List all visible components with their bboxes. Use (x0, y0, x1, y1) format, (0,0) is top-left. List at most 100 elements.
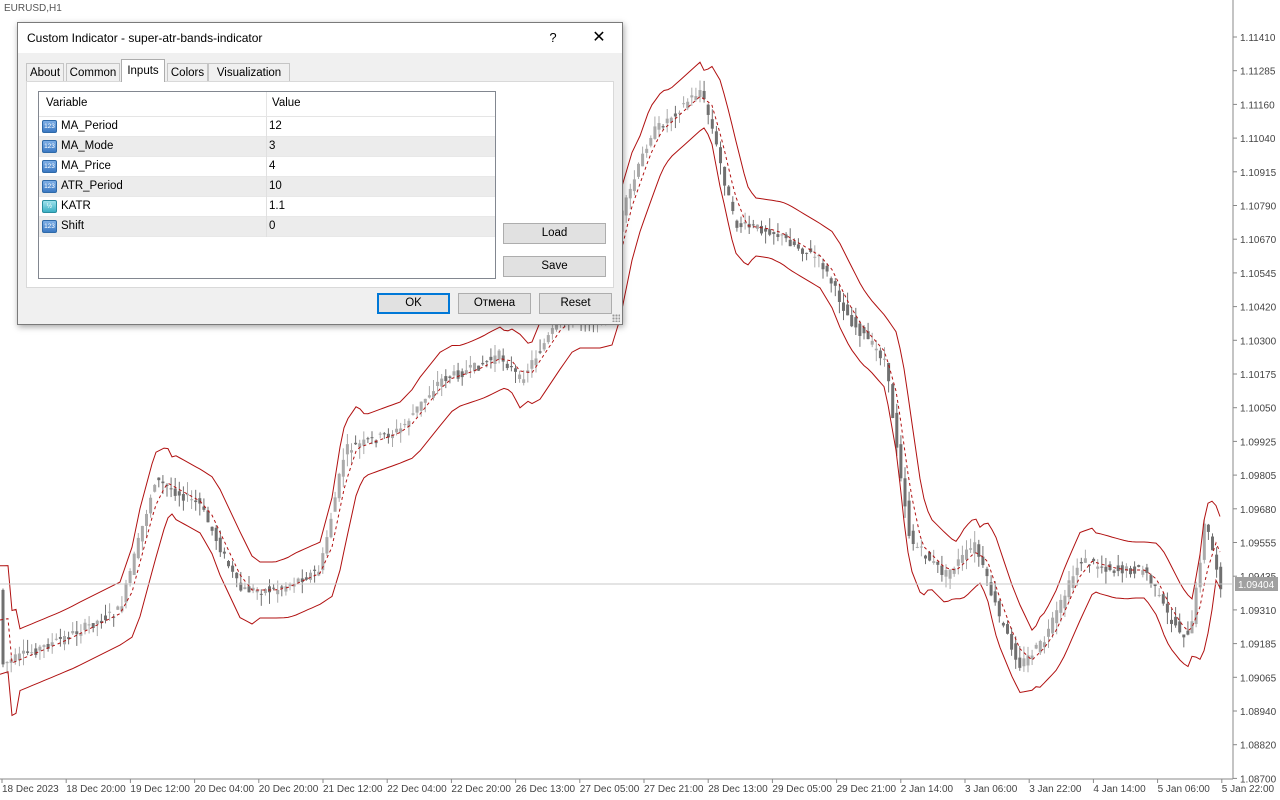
column-header-variable[interactable]: Variable (46, 97, 87, 109)
load-button[interactable]: Load (503, 223, 606, 244)
table-row[interactable]: 123 MA_Price 4 (39, 157, 495, 177)
candle-body (1190, 621, 1194, 634)
candle-body (411, 413, 415, 415)
price-label: 1.09310 (1240, 606, 1277, 617)
tab-common[interactable]: Common (66, 63, 120, 81)
tab-about[interactable]: About (26, 63, 64, 81)
time-label: 20 Dec 20:00 (259, 784, 319, 795)
table-row[interactable]: ½ KATR 1.1 (39, 197, 495, 217)
candle-body (145, 513, 148, 526)
tab-inputs[interactable]: Inputs (121, 59, 165, 82)
table-row[interactable]: 123 ATR_Period 10 (39, 177, 495, 197)
candle-body (846, 304, 850, 316)
candle-body (382, 433, 386, 435)
candle-body (858, 323, 862, 336)
candle-body (464, 370, 468, 374)
candle-body (805, 252, 809, 254)
candle-body (784, 234, 788, 239)
candle-body (1047, 628, 1050, 637)
candle-body (104, 615, 107, 621)
candle-body (22, 650, 25, 654)
candle-body (1055, 610, 1059, 624)
variable-value[interactable]: 4 (269, 160, 275, 172)
tab-visualization[interactable]: Visualization (208, 63, 290, 81)
candle-body (956, 559, 960, 566)
row-divider (266, 157, 267, 177)
variable-value[interactable]: 3 (269, 140, 275, 152)
table-row[interactable]: 123 MA_Mode 3 (39, 137, 495, 157)
dialog-title: Custom Indicator - super-atr-bands-indic… (27, 31, 263, 45)
candle-body (751, 224, 755, 226)
candle-body (370, 437, 374, 439)
candle-body (624, 197, 628, 216)
candle-body (329, 518, 333, 538)
inputs-table[interactable]: Variable Value 123 MA_Period 12 123 MA_M… (38, 91, 496, 279)
candle-body (235, 572, 239, 579)
price-label: 1.10050 (1240, 404, 1277, 415)
candle-body (907, 500, 911, 536)
candle-body (645, 148, 649, 153)
candle-body (83, 622, 87, 631)
price-label: 1.10545 (1240, 269, 1277, 280)
candle-body (1059, 599, 1063, 613)
candle-body (272, 587, 276, 589)
table-header: Variable Value (39, 92, 495, 117)
candle-body (468, 364, 472, 368)
candle-body (350, 450, 353, 453)
candle-body (194, 500, 198, 503)
column-divider[interactable] (266, 92, 267, 116)
time-label: 3 Jan 22:00 (1029, 784, 1082, 795)
time-label: 18 Dec 20:00 (66, 784, 126, 795)
candle-body (665, 118, 669, 124)
candle-body (723, 166, 727, 186)
dialog-titlebar[interactable]: Custom Indicator - super-atr-bands-indic… (18, 23, 622, 53)
save-button[interactable]: Save (503, 256, 606, 277)
variable-value[interactable]: 1.1 (269, 200, 285, 212)
help-button[interactable]: ? (538, 27, 568, 49)
variable-value[interactable]: 0 (269, 220, 275, 232)
variable-value[interactable]: 10 (269, 180, 282, 192)
variable-value[interactable]: 12 (269, 120, 282, 132)
cancel-button[interactable]: Отмена (458, 293, 531, 314)
reset-button[interactable]: Reset (539, 293, 612, 314)
tab-colors[interactable]: Colors (167, 63, 208, 81)
candle-body (427, 395, 431, 398)
candle-body (694, 96, 698, 101)
column-header-value[interactable]: Value (272, 97, 301, 109)
candle-body (1063, 595, 1067, 609)
table-row[interactable]: 123 MA_Period 12 (39, 117, 495, 137)
candle-body (641, 153, 645, 167)
candle-body (452, 371, 456, 376)
candle-body (341, 459, 345, 477)
candle-body (71, 631, 75, 634)
candle-body (1129, 568, 1132, 575)
integer-type-icon: 123 (42, 220, 57, 233)
price-label: 1.09680 (1240, 505, 1277, 516)
row-divider (266, 177, 267, 197)
candle-body (1018, 657, 1022, 668)
candle-body (1211, 536, 1214, 551)
candle-body (1092, 558, 1096, 562)
candle-body (833, 281, 837, 286)
time-label: 27 Dec 21:00 (644, 784, 704, 795)
ok-button[interactable]: OK (377, 293, 450, 314)
variable-name: MA_Price (61, 160, 111, 172)
candle-body (337, 473, 341, 499)
resize-grip-icon[interactable] (612, 314, 620, 322)
price-label: 1.10790 (1240, 202, 1277, 213)
close-button[interactable]: ✕ (584, 27, 614, 49)
candle-body (1145, 567, 1149, 573)
candle-body (514, 368, 517, 372)
price-label: 1.11410 (1240, 33, 1276, 44)
candle-body (780, 234, 784, 236)
candle-body (924, 555, 927, 559)
candle-body (403, 423, 407, 426)
candle-body (731, 201, 735, 212)
candle-body (1079, 562, 1083, 564)
candle-body (1100, 566, 1104, 568)
candle-body (153, 484, 157, 492)
candle-body (444, 376, 448, 382)
table-row[interactable]: 123 Shift 0 (39, 217, 495, 237)
candle-body (481, 362, 485, 365)
candle-body (883, 358, 886, 360)
